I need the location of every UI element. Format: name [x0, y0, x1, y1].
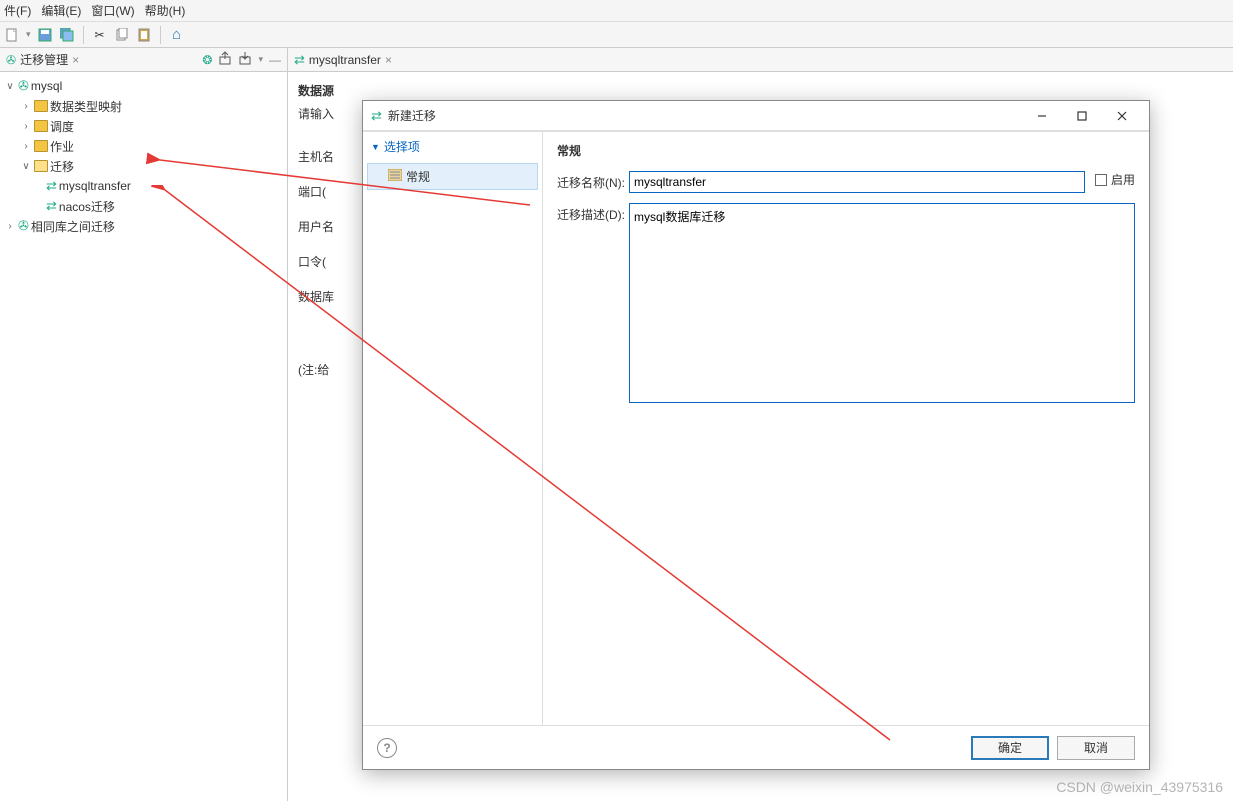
- toolbar: ▾ ✂ ⌂: [0, 22, 1233, 48]
- tree-item-schedule[interactable]: › 调度: [0, 116, 287, 136]
- maximize-button[interactable]: [1063, 104, 1101, 128]
- menu-edit[interactable]: 编辑(E): [41, 2, 81, 19]
- transfer-icon: ⇄: [371, 108, 382, 124]
- enable-label: 启用: [1111, 171, 1135, 188]
- dropdown-icon[interactable]: ▾: [258, 54, 263, 65]
- copy-icon[interactable]: [114, 27, 130, 43]
- help-button[interactable]: ?: [377, 738, 397, 758]
- save-all-icon[interactable]: [59, 27, 75, 43]
- db-label: 数据库: [298, 288, 358, 305]
- cancel-label: 取消: [1084, 739, 1108, 756]
- tree: ∨ ✇ mysql › 数据类型映射 › 调度 › 作业 ∨: [0, 72, 287, 801]
- pass-label: 口令(: [298, 253, 358, 270]
- tree-item-job[interactable]: › 作业: [0, 136, 287, 156]
- form-title: 常规: [557, 142, 1135, 159]
- folder-icon: [34, 100, 48, 112]
- left-panel: ✇ 迁移管理 × ❂ ▾ — ∨ ✇ mysql: [0, 48, 288, 801]
- save-icon[interactable]: [37, 27, 53, 43]
- folder-icon: [34, 120, 48, 132]
- dialog-right-form: 常规 迁移名称(N): 启用 迁移描述(D):: [543, 132, 1149, 725]
- desc-textarea[interactable]: [629, 203, 1135, 403]
- folder-open-icon: [34, 160, 48, 172]
- tree-child-mysqltransfer[interactable]: ⇄ mysqltransfer: [0, 176, 287, 196]
- close-button[interactable]: [1103, 104, 1141, 128]
- dialog-footer: ? 确定 取消: [363, 725, 1149, 769]
- new-icon[interactable]: [4, 27, 20, 43]
- export-icon[interactable]: [218, 51, 232, 68]
- database-icon: ✇: [18, 218, 29, 234]
- home-icon[interactable]: ⌂: [169, 27, 185, 43]
- transfer-icon: ⇄: [46, 178, 57, 194]
- general-nav-label: 常规: [406, 168, 430, 185]
- dialog-title-text: 新建迁移: [388, 107, 436, 124]
- tree-root[interactable]: ∨ ✇ mysql: [0, 76, 287, 96]
- watermark: CSDN @weixin_43975316: [1056, 779, 1223, 795]
- panel-tab: ✇ 迁移管理 × ❂ ▾ —: [0, 48, 287, 72]
- tree-sibling[interactable]: › ✇ 相同库之间迁移: [0, 216, 287, 236]
- ok-label: 确定: [998, 739, 1022, 756]
- flag-icon[interactable]: ❂: [202, 53, 212, 67]
- dialog-left-nav: ▼ 选择项 常规: [363, 132, 543, 725]
- transfer-icon: ⇄: [294, 52, 305, 68]
- section-title: 数据源: [298, 82, 1223, 99]
- prompt-label: 请输入: [298, 105, 358, 122]
- form-icon: [388, 169, 402, 184]
- ok-button[interactable]: 确定: [971, 736, 1049, 760]
- paste-icon[interactable]: [136, 27, 152, 43]
- transfer-icon: ⇄: [46, 198, 57, 214]
- collapse-icon: ▼: [371, 142, 380, 152]
- tree-child-nacos[interactable]: ⇄ nacos迁移: [0, 196, 287, 216]
- panel-title: 迁移管理: [20, 51, 68, 68]
- new-migration-dialog: ⇄ 新建迁移 ▼ 选择项 常规: [362, 100, 1150, 770]
- general-nav-item[interactable]: 常规: [367, 163, 538, 190]
- folder-icon: [34, 140, 48, 152]
- tree-label: 数据类型映射: [50, 98, 122, 115]
- menu-help[interactable]: 帮助(H): [145, 2, 186, 19]
- desc-label: 迁移描述(D):: [557, 203, 629, 223]
- tree-root-label: mysql: [31, 79, 62, 93]
- options-header[interactable]: ▼ 选择项: [363, 132, 542, 161]
- tree-label: 迁移: [50, 158, 74, 175]
- port-label: 端口(: [298, 183, 358, 200]
- dropdown-icon[interactable]: ▾: [26, 29, 31, 40]
- user-label: 用户名: [298, 218, 358, 235]
- close-editor-icon[interactable]: ×: [385, 53, 392, 67]
- cancel-button[interactable]: 取消: [1057, 736, 1135, 760]
- tree-item-migration[interactable]: ∨ 迁移: [0, 156, 287, 176]
- close-tab-icon[interactable]: ×: [72, 53, 79, 67]
- editor-tab-title: mysqltransfer: [309, 53, 381, 67]
- name-input[interactable]: [629, 171, 1085, 193]
- cut-icon[interactable]: ✂: [92, 27, 108, 43]
- tree-label: 作业: [50, 138, 74, 155]
- note-label: (注:给: [298, 361, 358, 378]
- minimize-icon[interactable]: —: [269, 53, 281, 67]
- options-label: 选择项: [384, 138, 420, 155]
- tree-label: nacos迁移: [59, 198, 115, 215]
- menu-window[interactable]: 窗口(W): [91, 2, 134, 19]
- tree-label: 相同库之间迁移: [31, 218, 115, 235]
- minimize-button[interactable]: [1023, 104, 1061, 128]
- dialog-titlebar: ⇄ 新建迁移: [363, 101, 1149, 131]
- host-label: 主机名: [298, 148, 358, 165]
- tree-label: 调度: [50, 118, 74, 135]
- tree-label: mysqltransfer: [59, 179, 131, 193]
- import-icon[interactable]: [238, 51, 252, 68]
- database-icon: ✇: [18, 78, 29, 94]
- separator: [83, 26, 84, 44]
- menubar: 件(F) 编辑(E) 窗口(W) 帮助(H): [0, 0, 1233, 22]
- menu-file[interactable]: 件(F): [4, 2, 31, 19]
- enable-checkbox[interactable]: 启用: [1095, 171, 1135, 188]
- tree-item-mapping[interactable]: › 数据类型映射: [0, 96, 287, 116]
- separator: [160, 26, 161, 44]
- migration-mgmt-icon: ✇: [6, 53, 16, 67]
- name-label: 迁移名称(N):: [557, 171, 629, 191]
- checkbox-icon: [1095, 174, 1107, 186]
- editor-tab: ⇄ mysqltransfer ×: [288, 48, 1233, 72]
